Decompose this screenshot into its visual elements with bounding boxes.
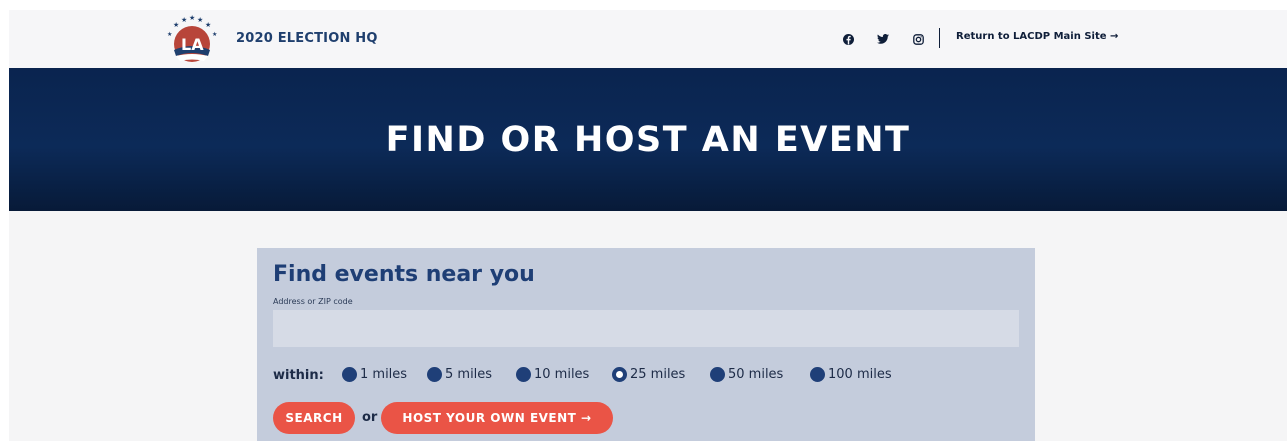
svg-text:★: ★ — [205, 21, 211, 29]
radius-option-label: 5 miles — [445, 366, 493, 382]
site-header: ★ ★ ★ ★ ★ ★ ★ LA 2020 ELECTION HQ Return… — [9, 10, 1287, 68]
svg-text:★: ★ — [197, 16, 203, 24]
svg-text:★: ★ — [167, 31, 172, 38]
site-title[interactable]: 2020 ELECTION HQ — [236, 31, 378, 46]
radius-option-1[interactable]: 1 miles — [342, 366, 407, 382]
radio-button-selected-icon[interactable] — [612, 366, 627, 382]
search-button[interactable]: SEARCH — [273, 402, 355, 434]
radio-button-icon[interactable] — [516, 366, 531, 382]
svg-text:★: ★ — [181, 16, 187, 24]
radius-option-label: 10 miles — [534, 366, 590, 382]
return-to-main-site-link[interactable]: Return to LACDP Main Site → — [956, 31, 1118, 42]
la-logo-icon: ★ ★ ★ ★ ★ ★ ★ LA — [167, 14, 217, 62]
panel-heading: Find events near you — [273, 262, 535, 287]
or-separator-text: or — [362, 410, 378, 425]
hero-banner: FIND OR HOST AN EVENT — [9, 68, 1287, 211]
svg-text:★: ★ — [173, 21, 179, 29]
svg-text:★: ★ — [212, 31, 217, 38]
host-your-own-event-button[interactable]: HOST YOUR OWN EVENT → — [381, 402, 613, 434]
radio-button-icon[interactable] — [710, 366, 725, 382]
twitter-icon[interactable] — [876, 32, 890, 46]
radio-button-icon[interactable] — [427, 366, 442, 382]
svg-text:LA: LA — [181, 35, 204, 54]
la-logo[interactable]: ★ ★ ★ ★ ★ ★ ★ LA — [164, 14, 220, 64]
header-divider — [939, 28, 940, 48]
page-title: FIND OR HOST AN EVENT — [385, 120, 911, 160]
radio-button-icon[interactable] — [810, 366, 825, 382]
address-field-label: Address or ZIP code — [273, 297, 353, 306]
radio-button-icon[interactable] — [342, 366, 357, 382]
radius-option-label: 50 miles — [728, 366, 784, 382]
event-search-panel: Find events near you Address or ZIP code… — [257, 248, 1035, 441]
radius-option-10[interactable]: 10 miles — [516, 366, 589, 382]
radius-option-100[interactable]: 100 miles — [810, 366, 892, 382]
radius-option-5[interactable]: 5 miles — [427, 366, 492, 382]
page: ★ ★ ★ ★ ★ ★ ★ LA 2020 ELECTION HQ Return… — [9, 10, 1287, 441]
instagram-icon[interactable] — [911, 32, 925, 46]
radius-option-label: 25 miles — [630, 366, 686, 382]
address-zip-input[interactable] — [273, 310, 1019, 347]
radius-option-label: 1 miles — [360, 366, 408, 382]
radius-option-50[interactable]: 50 miles — [710, 366, 783, 382]
within-label: within: — [273, 368, 324, 383]
radius-option-25[interactable]: 25 miles — [612, 366, 685, 382]
radius-option-label: 100 miles — [828, 366, 892, 382]
facebook-icon[interactable] — [841, 32, 855, 46]
svg-text:★: ★ — [189, 14, 195, 22]
